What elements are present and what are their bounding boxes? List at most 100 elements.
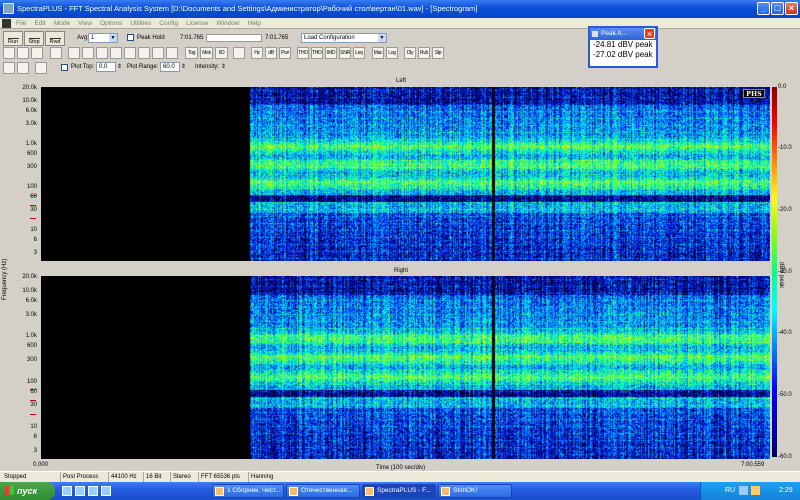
marker-tick [30,194,36,196]
tool-db[interactable]: dB [265,47,277,59]
avg-select[interactable]: 1 ▼ [88,33,118,43]
peak-window-title: Peak A... [601,30,628,37]
colorbar-tick-label: -40.0 [778,330,792,337]
language-indicator[interactable]: RU [725,482,735,500]
spectrogram-icon[interactable] [152,47,164,59]
tool-thd[interactable]: THD [297,47,309,59]
phase-icon[interactable] [138,47,150,59]
y-tick-label: 6.0k [25,107,37,114]
run-button[interactable]: Run [3,31,23,46]
tool-dly[interactable]: Dly [404,47,416,59]
minimize-button[interactable]: _ [757,2,770,15]
menu-license[interactable]: License [182,18,212,29]
app-icon[interactable] [101,486,111,496]
save-icon[interactable] [31,47,43,59]
intensity-label: Intensity: [195,64,220,70]
menu-view[interactable]: View [74,18,96,29]
peak-hold-checkbox[interactable] [127,34,134,41]
menu-edit[interactable]: Edit [30,18,49,29]
menu-utilities[interactable]: Utilities [126,18,155,29]
tool-mek[interactable]: Mek [200,47,213,59]
menu-bar: File Edit Mode View Options Utilities Config Li… [0,18,800,29]
marker-tick [30,204,36,206]
pulse-icon[interactable] [82,47,94,59]
plot-top-checkbox[interactable] [61,64,68,71]
wave-icon[interactable] [96,47,108,59]
desktop-icon[interactable] [75,486,85,496]
peak-hold-label: Peak Hold [137,35,165,41]
network-icon[interactable] [739,486,748,495]
print-icon[interactable] [50,47,62,59]
tool-rvb[interactable]: Rvb [418,47,430,59]
window-title: SpectraPLUS - FFT Spectral Analysis Syst… [17,4,478,13]
open-icon[interactable] [17,47,29,59]
task-item[interactable]: StimOK! [438,484,512,498]
settings-icon[interactable] [233,47,245,59]
tool-hz[interactable]: Hz [251,47,263,59]
peak-window-titlebar[interactable]: Peak A... × [590,28,656,40]
y-tick-label: 30 [30,206,37,213]
document-icon[interactable] [2,19,11,28]
menu-options[interactable]: Options [96,18,126,29]
left-spectrogram[interactable] [41,87,770,261]
window-icon [592,31,598,37]
volume-icon[interactable] [751,486,760,495]
menu-config[interactable]: Config [155,18,182,29]
chevron-down-icon: ▼ [378,34,386,42]
menu-file[interactable]: File [12,18,30,29]
task-item[interactable]: 1 Сборник. Чист... [212,484,284,498]
left-spectrogram-canvas [41,87,770,261]
pointer-icon[interactable] [3,62,15,74]
tool-stp[interactable]: Stp [432,47,444,59]
spin-icon[interactable]: ⇕ [117,62,122,72]
media-icon[interactable] [88,486,98,496]
task-item[interactable]: Отечественная... [286,484,360,498]
title-bar: SpectraPLUS - FFT Spectral Analysis Syst… [0,0,800,18]
tool-log[interactable]: Log [386,47,398,59]
y-tick-label: 10.0k [22,288,37,294]
y-tick-label: 6 [33,236,37,243]
plot-top-input[interactable]: 0.0 [96,62,116,72]
time-start: 7:01.765 [180,35,204,41]
app-icon [365,487,374,496]
tool-pwr[interactable]: Pwr [279,47,291,59]
tool-tog[interactable]: Tog [185,47,198,59]
spin-icon[interactable]: ⇕ [181,62,186,72]
tool-imd[interactable]: IMD [325,47,337,59]
close-icon[interactable]: × [644,28,655,39]
cursor-icon[interactable] [17,62,29,74]
scope-icon[interactable] [110,47,122,59]
colorbar-tick-label: -20.0 [778,206,792,213]
phs-logo: PHS [743,89,765,98]
start-button[interactable]: пуск [0,482,55,500]
spectrum-icon[interactable] [124,47,136,59]
time-scrollbar[interactable] [206,34,262,42]
task-item[interactable]: SpectraPLUS - F... [362,484,436,498]
spin-icon[interactable]: ⇕ [221,62,226,72]
peak-amplitude-window[interactable]: Peak A... × -24.81 dBV peak -27.02 dBV p… [588,26,658,68]
close-button[interactable]: × [785,2,798,15]
y-tick-label: 10 [30,227,37,234]
y-tick-label: 3 [33,447,37,454]
maximize-button[interactable]: □ [771,2,784,15]
browser-icon[interactable] [62,486,72,496]
3d-icon[interactable] [166,47,178,59]
tool-mac[interactable]: Mac [372,47,384,59]
new-icon[interactable] [3,47,15,59]
menu-window[interactable]: Window [213,18,244,29]
grid-icon[interactable] [35,62,47,74]
plot-range-input[interactable]: 60.0 [160,62,180,72]
rewind-button[interactable]: Rwd [45,31,65,46]
tool-leq[interactable]: Leq [353,47,365,59]
menu-mode[interactable]: Mode [50,18,74,29]
right-spectrogram[interactable] [41,276,770,459]
stop-button[interactable]: Stop [24,31,44,46]
tool-thdn[interactable]: THD+N [311,47,323,59]
play-icon[interactable] [68,47,80,59]
tool-snr[interactable]: SNR [339,47,351,59]
taskbar: пуск 1 Сборник. Чист... Отечественная...… [0,482,800,500]
tool-io[interactable]: I/O [215,47,228,59]
clock: 2:29 [779,487,793,494]
menu-help[interactable]: Help [244,18,265,29]
config-select[interactable]: Load Configuration ▼ [301,33,387,43]
